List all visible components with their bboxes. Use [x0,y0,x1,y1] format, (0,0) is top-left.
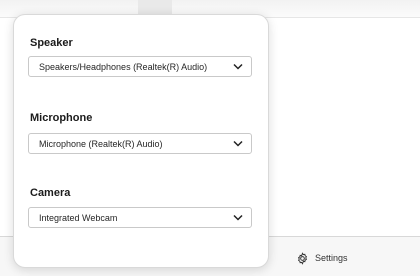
microphone-selected-value: Microphone (Realtek(R) Audio) [39,138,163,149]
microphone-title: Microphone [30,112,93,124]
settings-button[interactable]: Settings [296,248,348,268]
camera-selected-value: Integrated Webcam [39,212,118,223]
speaker-title: Speaker [30,37,73,49]
speaker-dropdown[interactable]: Speakers/Headphones (Realtek(R) Audio) [28,56,252,77]
speaker-selected-value: Speakers/Headphones (Realtek(R) Audio) [39,61,208,72]
gear-icon [296,251,309,265]
chevron-down-icon [233,214,243,221]
device-settings-flyout: Speaker Speakers/Headphones (Realtek(R) … [13,14,269,268]
settings-label: Settings [315,253,348,263]
camera-title: Camera [30,187,71,199]
camera-dropdown[interactable]: Integrated Webcam [28,207,252,228]
microphone-dropdown[interactable]: Microphone (Realtek(R) Audio) [28,133,252,154]
chevron-down-icon [233,140,243,147]
chevron-down-icon [233,63,243,70]
